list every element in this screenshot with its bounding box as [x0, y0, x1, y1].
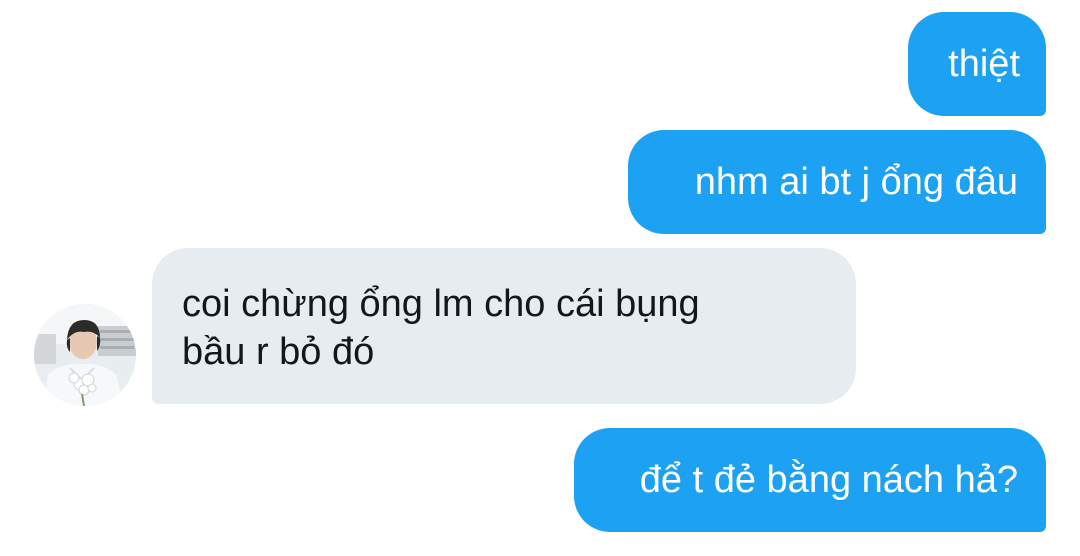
user-avatar-photo-icon: [34, 304, 136, 406]
sent-message-bubble[interactable]: nhm ai bt j ổng đâu: [628, 130, 1046, 234]
sent-message-bubble[interactable]: để t đẻ bằng nách hả?: [574, 428, 1046, 532]
sent-message-bubble[interactable]: thiệt: [908, 12, 1046, 116]
avatar[interactable]: [34, 304, 136, 406]
received-message-bubble[interactable]: coi chừng ổng lm cho cái bụng bầu r bỏ đ…: [152, 248, 856, 404]
